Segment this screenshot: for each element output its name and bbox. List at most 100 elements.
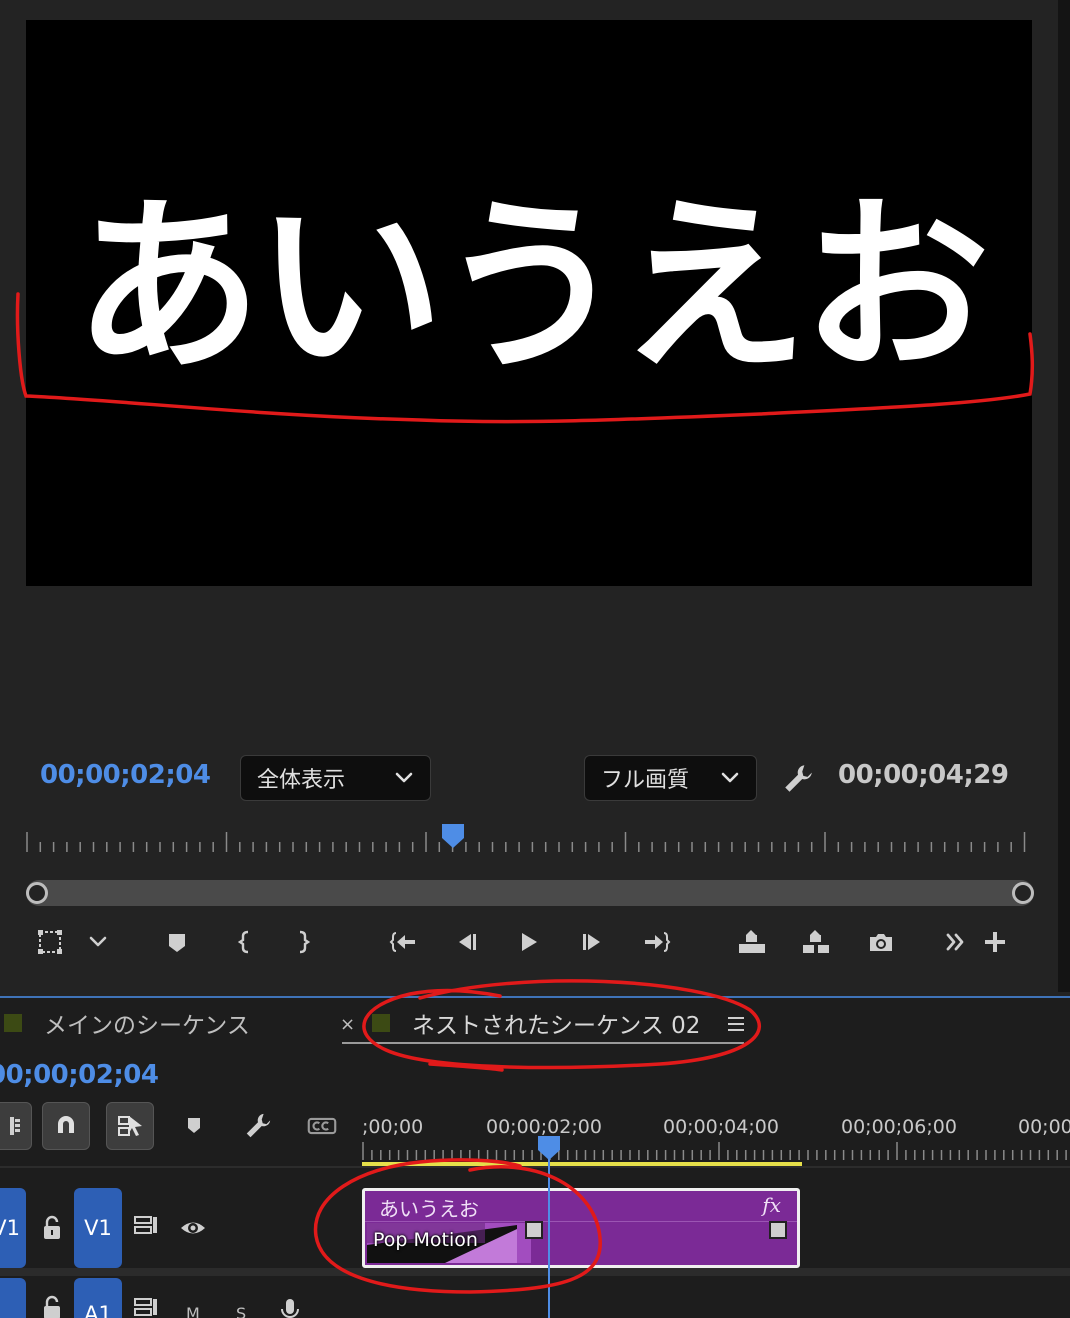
mark-out-button[interactable] xyxy=(283,920,323,964)
close-tab-icon[interactable]: × xyxy=(340,1014,355,1035)
solo-track-button[interactable]: S xyxy=(236,1304,246,1318)
monitor-zoom-scrollbar[interactable] xyxy=(26,880,1034,906)
monitor-time-ruler[interactable] xyxy=(26,822,1034,856)
mark-in-button[interactable] xyxy=(225,920,265,964)
zoom-level-value: 全体表示 xyxy=(257,768,346,793)
ruler-label: ;00;00 xyxy=(362,1116,424,1138)
export-frame-button[interactable] xyxy=(861,920,901,964)
nested-clip-label: Pop Motion xyxy=(373,1229,478,1251)
lift-button[interactable] xyxy=(732,920,772,964)
track-divider[interactable] xyxy=(0,1268,1070,1276)
track-target-v1[interactable]: V1 xyxy=(74,1188,122,1268)
microphone-icon[interactable] xyxy=(276,1296,304,1318)
add-marker-button[interactable] xyxy=(157,920,197,964)
ruler-label: 00;00;02;00 xyxy=(486,1116,602,1138)
timeline-playhead-timecode[interactable]: 00;00;02;04 xyxy=(0,1060,159,1090)
sequence-color-swatch xyxy=(372,1014,390,1032)
zoom-level-dropdown[interactable]: 全体表示 xyxy=(240,755,431,801)
nested-clip-thumbnail[interactable]: Pop Motion xyxy=(367,1223,531,1263)
marquee-button[interactable] xyxy=(30,920,70,964)
linked-selection-icon xyxy=(118,1116,142,1136)
extract-button[interactable] xyxy=(796,920,836,964)
step-back-icon xyxy=(459,934,476,950)
play-icon xyxy=(522,933,537,951)
panel-menu-icon[interactable] xyxy=(726,1016,746,1032)
play-button[interactable] xyxy=(509,920,549,964)
more-controls-button[interactable] xyxy=(936,920,976,964)
mute-track-button[interactable]: M xyxy=(186,1304,200,1318)
clip-keyframe-lane xyxy=(365,1221,797,1222)
marquee-icon xyxy=(38,930,62,954)
playback-resolution-value: フル画質 xyxy=(601,768,690,793)
camera-icon xyxy=(870,934,892,951)
go-to-out-button[interactable] xyxy=(637,920,677,964)
sync-lock-icon[interactable] xyxy=(132,1294,160,1318)
marquee-options-button[interactable] xyxy=(78,920,118,964)
ruler-label: 00;00;04;00 xyxy=(663,1116,779,1138)
timeline-playhead-line[interactable] xyxy=(548,1150,550,1318)
tab-nested-sequence[interactable]: ネストされたシーケンス 02 xyxy=(372,1008,700,1039)
double-chevron-right-icon xyxy=(946,933,964,951)
sequence-color-swatch xyxy=(4,1014,22,1032)
button-editor-button[interactable] xyxy=(975,920,1015,964)
keyframe-icon[interactable] xyxy=(525,1221,543,1239)
keyframe-icon[interactable] xyxy=(769,1221,787,1239)
playback-resolution-dropdown[interactable]: フル画質 xyxy=(584,755,757,801)
transport-controls xyxy=(0,920,1058,964)
eye-icon[interactable] xyxy=(179,1214,207,1242)
go-to-in-icon xyxy=(389,932,415,952)
panel-divider[interactable] xyxy=(1058,0,1070,992)
source-patch-label: V1 xyxy=(0,1216,20,1240)
step-forward-icon xyxy=(583,934,600,950)
track-target-a1[interactable]: A1 xyxy=(74,1278,122,1318)
track-target-label: V1 xyxy=(84,1216,112,1240)
source-patch-v1[interactable]: V1 xyxy=(0,1188,26,1268)
lock-open-icon[interactable] xyxy=(38,1294,66,1318)
ruler-label: 00;00;06;00 xyxy=(841,1116,957,1138)
mark-in-icon xyxy=(237,930,249,954)
tab-main-sequence-label: メインのシーケンス xyxy=(44,1013,250,1039)
chevron-down-icon xyxy=(395,772,413,783)
add-marker-icon xyxy=(169,934,185,952)
lock-open-icon[interactable] xyxy=(38,1214,66,1242)
source-patch-a1[interactable] xyxy=(0,1278,26,1318)
program-monitor: あいうえお 00;00;02;04 全体表示 フル画質 00;00;04;29 xyxy=(0,0,1058,992)
insert-as-nest-toggle[interactable] xyxy=(0,1102,32,1150)
track-a1: A1 M S xyxy=(0,1278,1070,1318)
scrollbar-right-handle[interactable] xyxy=(1012,882,1034,904)
mark-out-icon xyxy=(299,930,311,954)
closed-captions-icon xyxy=(307,1117,337,1135)
tab-main-sequence[interactable]: メインのシーケンス xyxy=(4,1008,250,1039)
wrench-icon xyxy=(246,1113,271,1138)
magnet-icon xyxy=(58,1116,74,1133)
timeline-settings-button[interactable] xyxy=(234,1102,282,1150)
clip-name: あいうえお xyxy=(379,1197,479,1221)
linked-selection-toggle[interactable] xyxy=(106,1102,154,1150)
add-marker-icon xyxy=(188,1118,200,1133)
video-title-text: あいうえお xyxy=(74,178,990,397)
playhead-timecode[interactable]: 00;00;02;04 xyxy=(40,760,211,790)
timeline-clip[interactable]: あいうえお fx Pop Motion xyxy=(362,1188,800,1268)
active-tab-indicator xyxy=(342,1042,744,1044)
step-forward-button[interactable] xyxy=(572,920,612,964)
monitor-playhead-marker[interactable] xyxy=(442,824,464,848)
go-to-in-button[interactable] xyxy=(383,920,423,964)
sequence-duration-timecode: 00;00;04;29 xyxy=(838,760,1009,790)
fx-badge[interactable]: fx xyxy=(762,1193,781,1217)
ruler-divider xyxy=(0,1166,1070,1168)
track-target-label: A1 xyxy=(84,1302,112,1318)
add-marker-timeline-button[interactable] xyxy=(170,1102,218,1150)
wrench-icon[interactable] xyxy=(781,762,815,796)
snap-toggle[interactable] xyxy=(42,1102,90,1150)
timeline-panel: メインのシーケンス × ネストされたシーケンス 02 00;00;02;04 ;… xyxy=(0,996,1070,1318)
sync-lock-icon[interactable] xyxy=(132,1212,160,1240)
chevron-down-icon xyxy=(721,772,739,783)
scrollbar-left-handle[interactable] xyxy=(26,882,48,904)
ruler-label: 00;00 xyxy=(1018,1116,1070,1138)
step-back-button[interactable] xyxy=(447,920,487,964)
extract-icon xyxy=(803,930,829,953)
chevron-down-icon xyxy=(89,936,107,947)
program-video-frame[interactable]: あいうえお xyxy=(26,20,1032,586)
go-to-out-icon xyxy=(645,932,671,952)
captions-toggle[interactable] xyxy=(298,1102,346,1150)
